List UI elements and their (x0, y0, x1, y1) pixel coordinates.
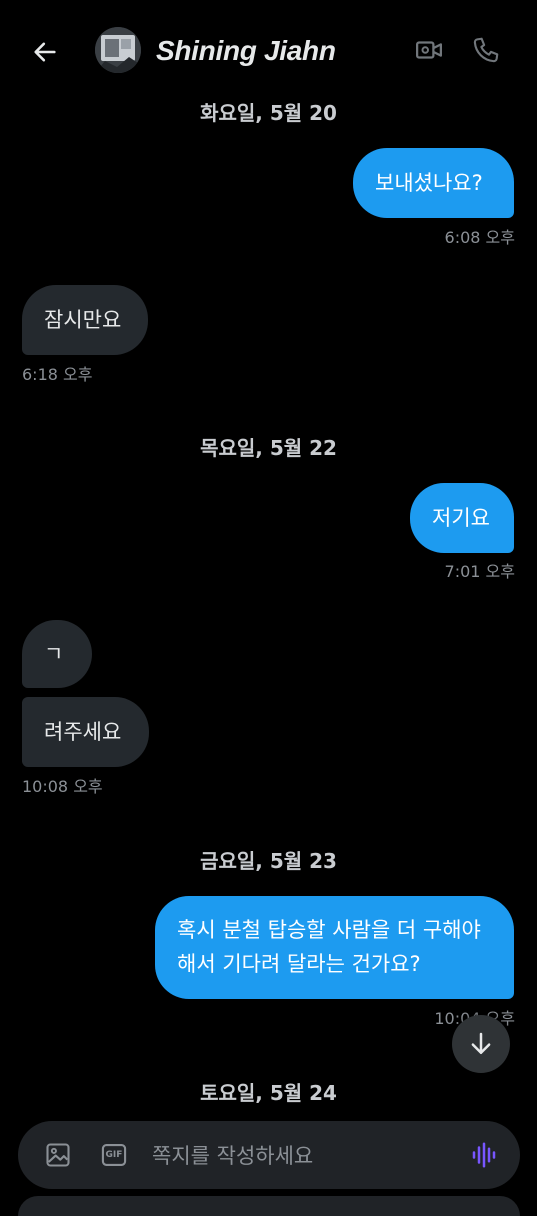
contact-name[interactable]: Shining Jiahn (156, 32, 336, 70)
message-bubble-incoming[interactable]: 잠시만요 (22, 285, 148, 355)
date-separator: 목요일, 5월 22 (200, 436, 337, 460)
voice-call-button[interactable] (470, 34, 502, 66)
date-separator: 화요일, 5월 20 (200, 101, 337, 125)
message-bubble-incoming[interactable]: 려주세요 (22, 697, 149, 767)
video-call-button[interactable] (413, 34, 445, 66)
message-bubble-outgoing[interactable]: 저기요 (410, 483, 514, 553)
scroll-to-bottom-button[interactable] (452, 1015, 510, 1073)
message-text: 려주세요 (44, 720, 122, 744)
back-button[interactable] (30, 37, 60, 67)
message-composer: GIF (18, 1121, 520, 1189)
voice-wave-icon (472, 1142, 496, 1168)
bottom-sheet-edge (18, 1196, 520, 1216)
message-text: 저기요 (432, 506, 490, 530)
date-separator: 금요일, 5월 23 (200, 849, 337, 873)
message-text: 보내셨나요? (375, 171, 483, 195)
message-bubble-incoming[interactable]: ㄱㄷ (22, 620, 92, 734)
arrow-down-icon (471, 1032, 491, 1054)
message-timestamp: 6:08 오후 (444, 228, 515, 247)
avatar[interactable] (95, 27, 141, 73)
phone-icon (473, 37, 499, 63)
date-separator: 토요일, 5월 24 (200, 1081, 337, 1105)
image-icon (46, 1143, 70, 1167)
message-text-line: 혹시 분철 탑승할 사람을 더 구해야 (177, 918, 481, 942)
attach-image-button[interactable] (42, 1139, 74, 1171)
voice-message-button[interactable] (468, 1139, 500, 1171)
message-timestamp: 7:01 오후 (444, 562, 515, 581)
message-bubble-outgoing[interactable]: 혹시 분철 탑승할 사람을 더 구해야 해서 기다려 달라는 건가요? (155, 896, 514, 999)
gif-label: GIF (105, 1150, 123, 1160)
message-timestamp: 6:18 오후 (22, 365, 93, 384)
arrow-left-icon (34, 42, 56, 62)
message-input[interactable] (150, 1139, 474, 1173)
conversation-header: Shining Jiahn (0, 0, 537, 100)
message-bubble-outgoing[interactable]: 보내셨나요? (353, 148, 514, 218)
gif-button[interactable]: GIF (98, 1139, 130, 1171)
video-camera-icon (416, 41, 442, 59)
message-text: 잠시만요 (44, 308, 122, 332)
message-text-line: 해서 기다려 달라는 건가요? (177, 952, 421, 976)
message-timestamp: 10:08 오후 (22, 777, 103, 796)
